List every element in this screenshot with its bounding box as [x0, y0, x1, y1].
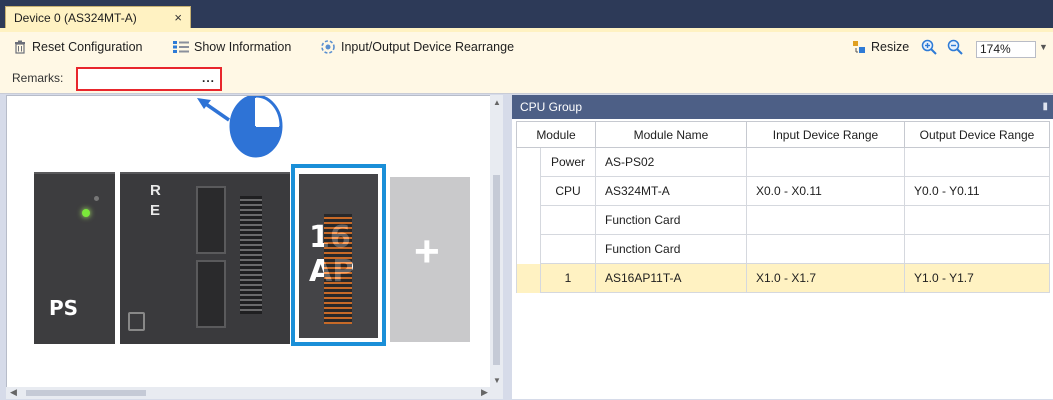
- zoom-out-button[interactable]: [947, 38, 963, 56]
- io-module-led-strip: [324, 214, 352, 324]
- power-supply-module[interactable]: PS: [34, 172, 115, 344]
- horizontal-scroll-thumb[interactable]: [26, 390, 146, 396]
- cpu-connector-lower: [196, 260, 226, 328]
- power-led-secondary: [94, 196, 99, 201]
- column-header-module-name[interactable]: Module Name: [595, 121, 747, 148]
- io-device-rearrange-button[interactable]: Input/Output Device Rearrange: [320, 38, 514, 56]
- cpu-led-r: R: [150, 182, 161, 199]
- cell-output-range: [904, 234, 1050, 264]
- cell-input-range: [746, 205, 905, 235]
- cell-output-range: [904, 147, 1050, 177]
- cpu-group-title-bar: CPU Group ▮: [512, 95, 1053, 119]
- horizontal-scrollbar[interactable]: ◀ ▶: [6, 387, 503, 399]
- cell-module: Power: [540, 147, 596, 177]
- cell-input-range: X0.0 - X0.11: [746, 176, 905, 206]
- table-row-selected[interactable]: 1 AS16AP11T-A X1.0 - X1.7 Y1.0 - Y1.7: [516, 263, 1050, 293]
- cell-module: 1: [540, 263, 596, 293]
- document-tab[interactable]: Device 0 (AS324MT-A) ×: [5, 6, 191, 28]
- cell-module-name: AS-PS02: [595, 147, 747, 177]
- rearrange-gear-icon: [321, 40, 335, 54]
- cell-module-name: Function Card: [595, 205, 747, 235]
- io-module-body: 16 AP: [299, 174, 378, 338]
- scroll-right-arrow[interactable]: ▶: [481, 387, 488, 398]
- scroll-up-arrow[interactable]: ▲: [493, 98, 501, 107]
- cpu-connector-upper: [196, 186, 226, 254]
- vertical-scrollbar[interactable]: ▲ ▼: [490, 95, 503, 387]
- toolbar: Reset Configuration Show Information Inp…: [0, 32, 1053, 64]
- document-tab-strip: Device 0 (AS324MT-A) ×: [0, 0, 1053, 28]
- zoom-in-icon: [921, 39, 937, 55]
- cpu-module[interactable]: R E: [120, 172, 290, 344]
- cpu-group-title: CPU Group: [520, 100, 583, 114]
- reset-configuration-label: Reset Configuration: [32, 40, 143, 54]
- io-module-selected[interactable]: 16 AP: [291, 164, 386, 346]
- resize-label: Resize: [871, 40, 910, 54]
- cell-module: CPU: [540, 176, 596, 206]
- cpu-group-table: Module Module Name Input Device Range Ou…: [516, 121, 1050, 293]
- document-tab-title: Device 0 (AS324MT-A): [14, 10, 137, 25]
- cell-module: [540, 205, 596, 235]
- scroll-down-arrow[interactable]: ▼: [493, 376, 501, 385]
- cpu-led-e: E: [150, 202, 161, 219]
- cell-input-range: [746, 234, 905, 264]
- power-led: [82, 209, 90, 217]
- table-row[interactable]: Power AS-PS02: [516, 147, 1050, 177]
- reset-configuration-button[interactable]: Reset Configuration: [13, 38, 142, 56]
- zoom-in-button[interactable]: [921, 38, 937, 56]
- vertical-scroll-thumb[interactable]: [493, 175, 500, 365]
- add-module-slot[interactable]: +: [390, 177, 470, 342]
- remarks-input[interactable]: ...: [76, 67, 222, 91]
- table-row[interactable]: CPU AS324MT-A X0.0 - X0.11 Y0.0 - Y0.11: [516, 176, 1050, 206]
- cpu-terminal-strip: [240, 196, 262, 314]
- cell-module-name: AS324MT-A: [595, 176, 747, 206]
- cell-module-name: Function Card: [595, 234, 747, 264]
- cell-module: [540, 234, 596, 264]
- cell-input-range: X1.0 - X1.7: [746, 263, 905, 293]
- zoom-out-icon: [947, 39, 963, 55]
- cell-output-range: Y0.0 - Y0.11: [904, 176, 1050, 206]
- scroll-left-arrow[interactable]: ◀: [10, 387, 17, 398]
- remarks-label: Remarks:: [12, 71, 64, 85]
- table-row[interactable]: Function Card: [516, 205, 1050, 235]
- column-header-module[interactable]: Module: [516, 121, 596, 148]
- cpu-group-panel: CPU Group ▮ Module Module Name Input Dev…: [512, 95, 1053, 399]
- remarks-browse-button[interactable]: ...: [202, 71, 215, 85]
- io-device-rearrange-label: Input/Output Device Rearrange: [341, 40, 515, 54]
- table-header-row: Module Module Name Input Device Range Ou…: [516, 121, 1050, 148]
- cell-output-range: [904, 205, 1050, 235]
- trash-icon: [15, 40, 25, 54]
- pin-icon[interactable]: ▮: [1042, 95, 1048, 119]
- remarks-row: Remarks: ...: [0, 64, 1053, 94]
- column-header-input-range[interactable]: Input Device Range: [746, 121, 905, 148]
- show-information-button[interactable]: Show Information: [173, 38, 291, 56]
- add-module-icon: +: [414, 227, 440, 276]
- resize-button[interactable]: Resize: [852, 38, 909, 56]
- resize-icon: [853, 41, 865, 53]
- column-header-output-range[interactable]: Output Device Range: [904, 121, 1050, 148]
- hardware-view-panel: PS R E 16 AP +: [6, 95, 502, 399]
- close-icon[interactable]: ×: [174, 10, 182, 25]
- table-row[interactable]: Function Card: [516, 234, 1050, 264]
- show-information-label: Show Information: [194, 40, 292, 54]
- cpu-port: [128, 312, 145, 331]
- cell-module-name: AS16AP11T-A: [595, 263, 747, 293]
- clock-quarter-icon: [229, 96, 283, 158]
- cell-input-range: [746, 147, 905, 177]
- list-icon: [173, 41, 189, 53]
- ps-label: PS: [49, 296, 79, 320]
- chevron-down-icon[interactable]: ▼: [1039, 42, 1048, 52]
- cell-output-range: Y1.0 - Y1.7: [904, 263, 1050, 293]
- zoom-level-select[interactable]: 174%: [976, 41, 1036, 58]
